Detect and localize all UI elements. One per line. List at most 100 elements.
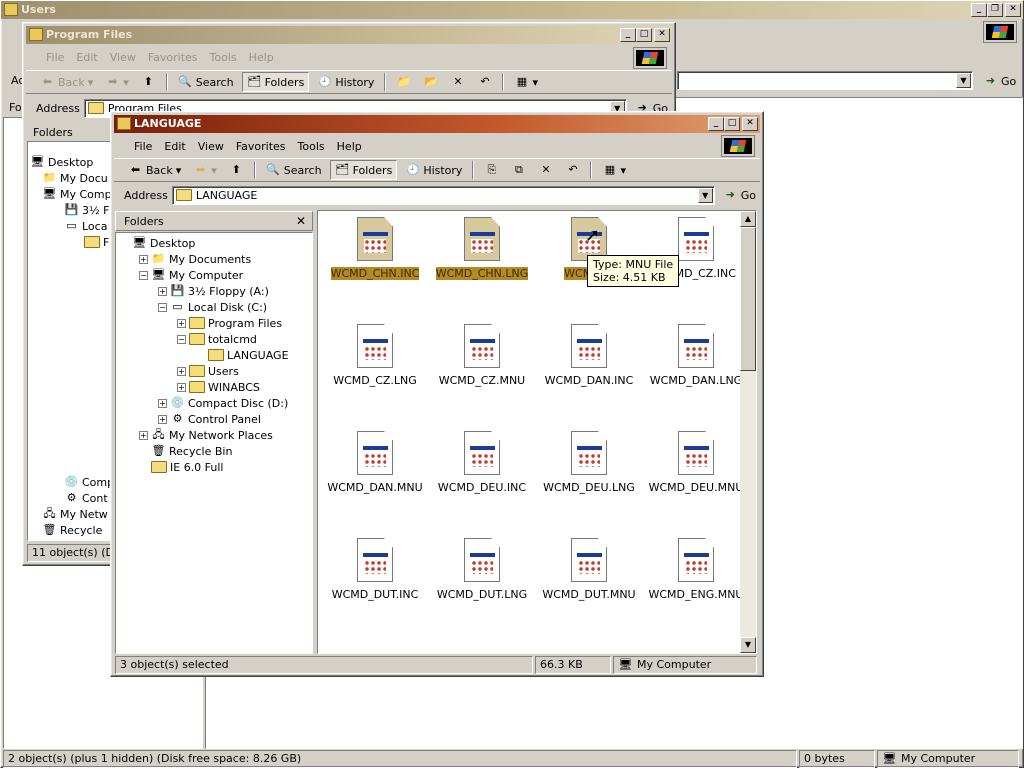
tree-item[interactable]: 🖥 My Comp <box>42 186 112 202</box>
copy-to-button[interactable]: 📂 <box>419 72 442 92</box>
tree-item[interactable]: 🗑 Recycle <box>42 522 103 538</box>
tree-item[interactable]: + 💿 Compact Disc (D:) <box>158 395 288 411</box>
search-button[interactable]: 🔍 Search <box>262 160 326 180</box>
expand-toggle[interactable]: + <box>158 414 167 424</box>
undo-button[interactable]: ↶ <box>473 72 496 92</box>
tree-item[interactable]: 🖧 My Netw <box>42 506 107 522</box>
file-item[interactable]: WCMD_DAN.MNU <box>322 427 428 527</box>
scroll-down-button[interactable]: ▼ <box>740 637 756 653</box>
menu-favorites[interactable]: Favorites <box>230 140 292 153</box>
file-item[interactable]: WCMD_DEU.INC <box>429 427 535 527</box>
tree-item[interactable]: + 📁 My Documents <box>139 251 251 267</box>
close-button[interactable]: ✕ <box>1005 3 1021 17</box>
file-item[interactable]: WCMD_DAN.INC <box>536 320 642 420</box>
menu-edit[interactable]: Edit <box>158 140 191 153</box>
tree-item[interactable]: 🖥 Desktop <box>120 235 196 251</box>
views-button[interactable]: ▦ ▾ <box>510 72 542 92</box>
minimize-button[interactable]: _ <box>708 117 724 131</box>
file-view[interactable]: WCMD_ENG.MNU WCMD_DUT.MNU WCMD_DUT.LNG WCMD… <box>317 210 757 654</box>
tree-item[interactable]: − 🖥 My Computer <box>139 267 243 283</box>
file-item[interactable]: WCMD_CHN.INC <box>322 213 428 313</box>
folder-pane[interactable]: 🖥 Desktop 📁 My Docu 🖥 My Comp 💾 3½ F ▭ Loca F… <box>27 141 113 541</box>
scroll-up-button[interactable]: ▲ <box>740 211 756 227</box>
go-button[interactable]: ➜ Go <box>979 71 1020 91</box>
file-item[interactable]: WCMD_DUT.LNG <box>429 534 535 634</box>
tree-item[interactable]: IE 6.0 Full <box>139 459 224 475</box>
file-item[interactable]: WCMD_CZ.MNU <box>429 320 535 420</box>
expand-toggle[interactable]: + <box>177 382 186 392</box>
tree-item[interactable]: 🖥 Desktop <box>30 154 94 170</box>
delete-button[interactable]: ✕ <box>446 72 469 92</box>
move-to-button[interactable]: 📁 <box>392 72 415 92</box>
back-button[interactable]: ⬅ Back ▾ <box>36 72 97 92</box>
language-titlebar[interactable]: LANGUAGE _ □ ✕ <box>114 115 760 133</box>
file-item[interactable]: WCMD_CZ.LNG <box>322 320 428 420</box>
folders-button[interactable]: 🗂 Folders <box>329 160 398 180</box>
menu-favorites[interactable]: Favorites <box>142 51 204 64</box>
forward-button[interactable]: ➡ ▾ <box>189 160 221 180</box>
vertical-scrollbar[interactable]: ▲ ▼ <box>740 211 756 653</box>
tree-item[interactable]: F <box>84 234 109 250</box>
menu-tools[interactable]: Tools <box>204 51 243 64</box>
tree-item[interactable]: + ⚙ Control Panel <box>158 411 261 427</box>
close-pane-icon[interactable]: ✕ <box>296 214 306 228</box>
tree-item[interactable]: + Program Files <box>177 315 282 331</box>
menu-file[interactable]: File <box>128 140 158 153</box>
minimize-button[interactable]: _ <box>620 28 636 42</box>
menu-view[interactable]: View <box>192 140 230 153</box>
expand-toggle[interactable]: − <box>139 270 148 280</box>
expand-toggle[interactable]: + <box>158 398 167 408</box>
tree-item[interactable]: − ▭ Local Disk (C:) <box>158 299 267 315</box>
undo-button[interactable]: ↶ <box>561 160 584 180</box>
back-button[interactable]: ⬅ Back ▾ <box>124 160 185 180</box>
program-files-titlebar[interactable]: Program Files _ □ ✕ <box>26 26 672 44</box>
copy-to-button[interactable]: ⧉ <box>507 160 530 180</box>
tree-item[interactable]: 📁 My Docu <box>42 170 108 186</box>
tree-item[interactable]: 💾 3½ F <box>64 202 110 218</box>
expand-toggle[interactable]: + <box>139 254 148 264</box>
chevron-down-icon[interactable]: ▼ <box>956 73 971 88</box>
expand-toggle[interactable]: + <box>177 318 186 328</box>
maximize-button[interactable]: □ <box>724 117 740 131</box>
expand-toggle[interactable]: − <box>177 334 186 344</box>
expand-toggle[interactable]: − <box>158 302 167 312</box>
delete-button[interactable]: ✕ <box>534 160 557 180</box>
up-button[interactable]: ⬆ <box>137 72 160 92</box>
users-titlebar[interactable]: Users _ ❐ ✕ <box>1 1 1023 19</box>
views-button[interactable]: ▦ ▾ <box>598 160 630 180</box>
address-field[interactable]: LANGUAGE ▼ <box>171 185 715 205</box>
tree-item[interactable]: 💿 Comp <box>64 474 112 490</box>
tree-item[interactable]: LANGUAGE <box>196 347 289 363</box>
up-button[interactable]: ⬆ <box>225 160 248 180</box>
file-item[interactable]: WCMD_DEU.MNU <box>643 427 749 527</box>
expand-toggle[interactable]: + <box>139 430 148 440</box>
tree-item[interactable]: − totalcmd <box>177 331 257 347</box>
search-button[interactable]: 🔍 Search <box>174 72 238 92</box>
scroll-thumb[interactable] <box>740 227 756 371</box>
minimize-button[interactable]: _ <box>971 3 987 17</box>
tree-item[interactable]: + 🖧 My Network Places <box>139 427 273 443</box>
folders-button[interactable]: 🗂 Folders <box>241 72 310 92</box>
history-button[interactable]: 🕘 History <box>401 160 466 180</box>
menu-help[interactable]: Help <box>243 51 280 64</box>
file-item[interactable]: WCMD_CHN.LNG <box>429 213 535 313</box>
file-item[interactable]: WCMD_DAN.LNG <box>643 320 749 420</box>
menu-file[interactable]: File <box>40 51 70 64</box>
chevron-down-icon[interactable]: ▼ <box>697 187 713 203</box>
tree-item[interactable]: + 💾 3½ Floppy (A:) <box>158 283 269 299</box>
menu-edit[interactable]: Edit <box>70 51 103 64</box>
folder-tree[interactable]: 🖥 Desktop + 📁 My Documents − 🖥 My Computer + 💾 3½ … <box>115 232 313 654</box>
file-item[interactable]: WCMD_DEU.LNG <box>536 427 642 527</box>
forward-button[interactable]: ➡ ▾ <box>101 72 133 92</box>
file-item[interactable]: WCMD_DUT.MNU <box>536 534 642 634</box>
file-item[interactable]: WCMD_DUT.INC <box>322 534 428 634</box>
menu-tools[interactable]: Tools <box>292 140 331 153</box>
tree-item[interactable]: + Users <box>177 363 239 379</box>
expand-toggle[interactable]: + <box>158 286 167 296</box>
tree-item[interactable]: ▭ Loca <box>64 218 107 234</box>
maximize-button[interactable]: □ <box>636 28 652 42</box>
tree-item[interactable]: + WINABCS <box>177 379 260 395</box>
expand-toggle[interactable]: + <box>177 366 186 376</box>
restore-button[interactable]: ❐ <box>987 3 1003 17</box>
close-button[interactable]: ✕ <box>654 28 670 42</box>
